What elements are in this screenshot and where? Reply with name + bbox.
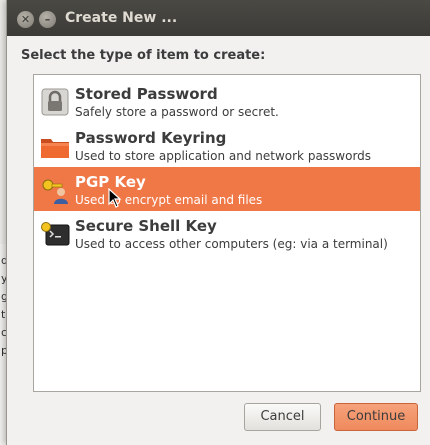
minimize-icon: – <box>44 13 51 26</box>
list-item-secure-shell-key[interactable]: Secure Shell Key Used to access other co… <box>34 211 420 255</box>
item-name: Stored Password <box>75 85 218 103</box>
item-type-list[interactable]: Stored Password Safely store a password … <box>33 74 421 392</box>
list-item-password-keyring[interactable]: Password Keyring Used to store applicati… <box>34 123 420 167</box>
minimize-window-button[interactable]: – <box>39 11 56 28</box>
dialog-title: Create New ... <box>65 10 178 26</box>
item-description: Used to access other computers (eg: via … <box>75 237 388 251</box>
item-description: Safely store a password or secret. <box>75 105 279 119</box>
list-item-pgp-key[interactable]: PGP Key Used to encrypt email and files <box>34 167 420 211</box>
close-window-button[interactable]: ✕ <box>17 11 34 28</box>
item-name: Secure Shell Key <box>75 217 217 235</box>
terminal-key-icon <box>40 219 70 249</box>
dialog-prompt: Select the type of item to create: <box>21 48 266 63</box>
mouse-cursor-icon <box>108 188 122 208</box>
background-text-fragment: t <box>1 308 6 321</box>
create-new-dialog: ✕ – Create New ... Select the type of it… <box>6 0 430 445</box>
item-description: Used to encrypt email and files <box>75 193 263 207</box>
list-item-stored-password[interactable]: Stored Password Safely store a password … <box>34 79 420 123</box>
pgp-key-icon <box>40 175 70 205</box>
dialog-titlebar[interactable]: ✕ – Create New ... <box>7 0 430 36</box>
continue-button[interactable]: Continue <box>334 403 418 431</box>
cancel-button[interactable]: Cancel <box>244 403 321 431</box>
item-name: Password Keyring <box>75 129 227 147</box>
lock-icon <box>40 87 70 117</box>
folder-icon <box>40 131 70 161</box>
close-icon: ✕ <box>20 13 31 26</box>
item-description: Used to store application and network pa… <box>75 149 372 163</box>
